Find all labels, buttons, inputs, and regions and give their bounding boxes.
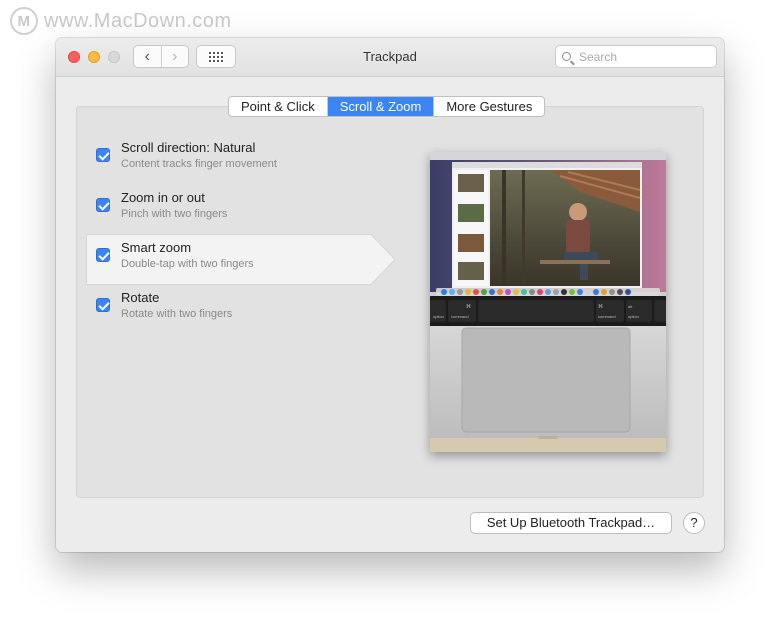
option-subtitle: Double-tap with two fingers bbox=[121, 258, 254, 270]
svg-text:⌘: ⌘ bbox=[598, 304, 603, 310]
svg-text:⌘: ⌘ bbox=[466, 304, 471, 310]
scroll-direction-checkbox[interactable] bbox=[96, 148, 110, 162]
option-subtitle: Content tracks finger movement bbox=[121, 158, 277, 170]
option-scroll-direction[interactable]: Scroll direction: Natural Content tracks… bbox=[56, 136, 396, 186]
trackpad-window: ‹ › Trackpad Search Point & Click Scroll… bbox=[56, 38, 724, 552]
setup-bluetooth-trackpad-button[interactable]: Set Up Bluetooth Trackpad… bbox=[470, 512, 672, 534]
option-title: Scroll direction: Natural bbox=[121, 140, 256, 155]
svg-text:option: option bbox=[433, 314, 444, 319]
title-bar: ‹ › Trackpad Search bbox=[56, 38, 724, 77]
smart-zoom-checkbox[interactable] bbox=[96, 248, 110, 262]
svg-text:option: option bbox=[628, 314, 639, 319]
search-icon bbox=[562, 52, 571, 61]
option-subtitle: Pinch with two fingers bbox=[121, 208, 228, 220]
search-placeholder: Search bbox=[579, 49, 618, 64]
rotate-checkbox[interactable] bbox=[96, 298, 110, 312]
tab-scroll-and-zoom[interactable]: Scroll & Zoom bbox=[327, 97, 435, 116]
tab-point-and-click[interactable]: Point & Click bbox=[229, 97, 328, 116]
option-zoom-in-out[interactable]: Zoom in or out Pinch with two fingers bbox=[56, 186, 396, 236]
macdown-logo-icon: M bbox=[10, 7, 38, 35]
gesture-preview-video: option command command option ⌘ ⌘ alt bbox=[430, 152, 666, 452]
option-rotate[interactable]: Rotate Rotate with two fingers bbox=[56, 286, 396, 336]
tab-more-gestures[interactable]: More Gestures bbox=[434, 97, 544, 116]
search-field[interactable]: Search bbox=[555, 45, 717, 68]
help-button[interactable]: ? bbox=[683, 512, 705, 534]
zoom-in-out-checkbox[interactable] bbox=[96, 198, 110, 212]
option-subtitle: Rotate with two fingers bbox=[121, 308, 233, 320]
option-smart-zoom[interactable]: Smart zoom Double-tap with two fingers bbox=[56, 236, 396, 286]
option-title: Rotate bbox=[121, 290, 160, 305]
option-title: Zoom in or out bbox=[121, 190, 205, 205]
watermark-text: www.MacDown.com bbox=[44, 9, 232, 32]
svg-text:command: command bbox=[598, 314, 616, 319]
svg-text:command: command bbox=[451, 314, 469, 319]
tab-bar: Point & Click Scroll & Zoom More Gesture… bbox=[228, 96, 546, 117]
watermark: M www.MacDown.com bbox=[10, 6, 232, 36]
option-title: Smart zoom bbox=[121, 240, 192, 255]
